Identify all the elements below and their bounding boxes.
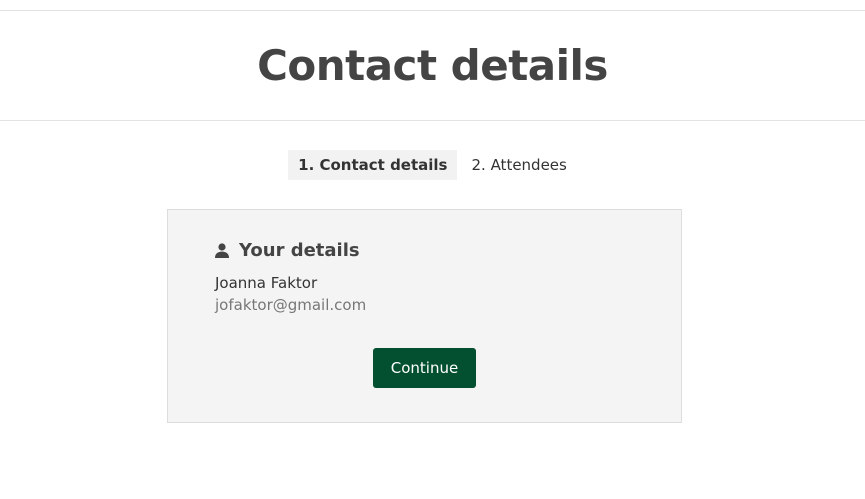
section-title: Your details — [239, 240, 360, 261]
step-contact-details[interactable]: 1. Contact details — [288, 150, 458, 180]
step-attendees[interactable]: 2. Attendees — [461, 150, 576, 180]
continue-button[interactable]: Continue — [373, 348, 476, 388]
user-email: jofaktor@gmail.com — [215, 296, 367, 314]
your-details-heading: Your details — [215, 240, 360, 261]
user-icon — [215, 243, 229, 258]
page-header: Contact details — [0, 11, 865, 121]
page-title: Contact details — [257, 40, 608, 90]
user-name: Joanna Faktor — [215, 274, 318, 292]
step-navigation: 1. Contact details 2. Attendees — [0, 150, 865, 180]
your-details-card: Your details Joanna Faktor jofaktor@gmai… — [167, 209, 682, 423]
